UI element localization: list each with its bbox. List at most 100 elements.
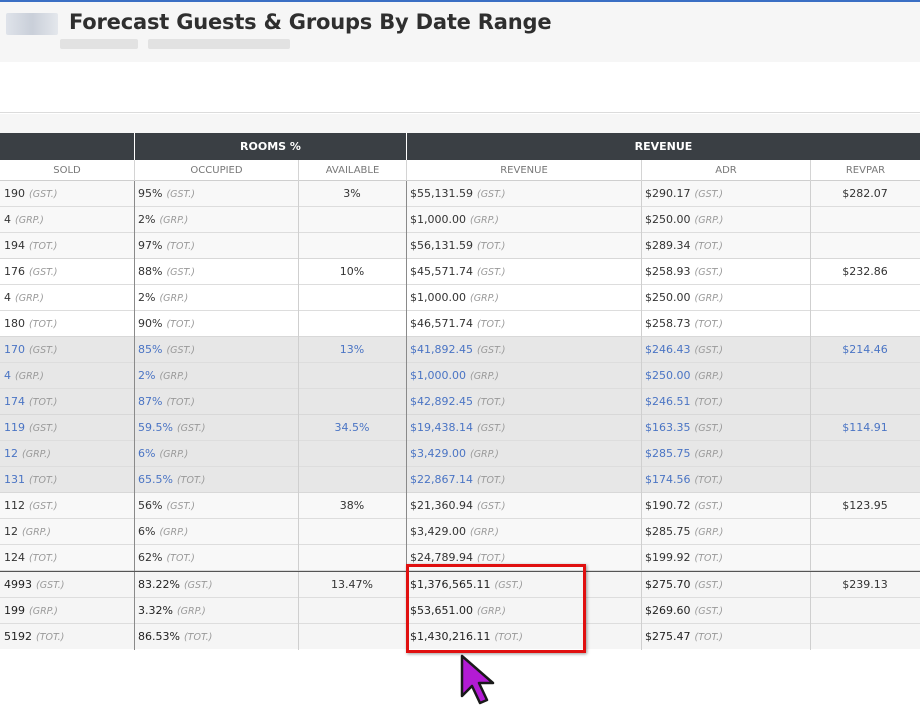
adr-tag: (GRP.)	[694, 215, 724, 226]
revenue-value: $1,000.00	[410, 291, 466, 304]
sold-tag: (TOT.)	[29, 397, 58, 408]
cell-adr: $246.43 (GST.)	[641, 337, 810, 363]
sold-value: 190	[4, 187, 25, 200]
cell-occupied: 83.22% (GST.)	[134, 572, 298, 598]
revenue-tag: (GST.)	[476, 267, 506, 278]
cell-occupied: 6% (GRP.)	[134, 441, 298, 467]
col-occupied[interactable]: OCCUPIED	[134, 160, 298, 181]
adr-tag: (GST.)	[694, 189, 724, 200]
revenue-tag: (TOT.)	[476, 475, 506, 486]
revenue-value: $45,571.74	[410, 265, 473, 278]
cell-revenue: $45,571.74 (GST.)	[406, 259, 641, 285]
blurred-subtitle	[60, 39, 138, 49]
table-row[interactable]: 12 (GRP.) 6% (GRP.) $3,429.00 (GRP.) $285.75 (G…	[0, 519, 920, 545]
cell-revenue: $3,429.00 (GRP.)	[406, 519, 641, 545]
table-row[interactable]: 194 (TOT.) 97% (TOT.) $56,131.59 (TOT.) $289.3…	[0, 233, 920, 259]
table-group-header: ROOMS % REVENUE	[0, 133, 920, 160]
cell-sold: 170 (GST.)	[0, 337, 134, 363]
col-sold[interactable]: SOLD	[0, 160, 134, 181]
column-divider	[134, 572, 135, 650]
cell-revenue: $1,000.00 (GRP.)	[406, 207, 641, 233]
cell-occupied: 2% (GRP.)	[134, 285, 298, 311]
header-rooms-pct[interactable]: ROOMS %	[134, 133, 406, 160]
adr-tag: (TOT.)	[694, 319, 723, 330]
table-row[interactable]: 170 (GST.) 85% (GST.) $41,892.45 (GST.) $246.4…	[0, 337, 920, 363]
sold-value: 12	[4, 525, 18, 538]
cell-sold: 194 (TOT.)	[0, 233, 134, 259]
cell-sold: 4993 (GST.)	[0, 572, 134, 598]
column-divider	[134, 337, 135, 415]
column-divider	[810, 259, 811, 337]
occupied-tag: (GST.)	[183, 580, 213, 591]
column-divider	[298, 572, 299, 650]
occupied-tag: (TOT.)	[166, 397, 195, 408]
revenue-value: $3,429.00	[410, 447, 466, 460]
sold-value: 176	[4, 265, 25, 278]
adr-tag: (GST.)	[694, 345, 724, 356]
col-adr[interactable]: ADR	[641, 160, 810, 181]
cell-adr: $285.75 (GRP.)	[641, 519, 810, 545]
occupied-value: 97%	[138, 239, 163, 252]
cell-sold: 124 (TOT.)	[0, 545, 134, 571]
revenue-value: $41,892.45	[410, 343, 473, 356]
revenue-tag: (TOT.)	[476, 553, 506, 564]
revenue-tag: (GRP.)	[469, 371, 499, 382]
occupied-value: 88%	[138, 265, 163, 278]
header-revenue[interactable]: REVENUE	[406, 133, 920, 160]
cell-adr: $174.56 (TOT.)	[641, 467, 810, 493]
adr-tag: (GST.)	[694, 423, 724, 434]
occupied-value: 65.5%	[138, 473, 173, 486]
column-divider	[406, 259, 407, 337]
revenue-tag: (TOT.)	[476, 241, 506, 252]
adr-value: $275.70	[645, 578, 691, 591]
adr-value: $250.00	[645, 291, 691, 304]
sold-tag: (TOT.)	[36, 632, 65, 643]
column-divider	[406, 493, 407, 571]
table-row[interactable]: 131 (TOT.) 65.5% (TOT.) $22,867.14 (TOT.) $174…	[0, 467, 920, 493]
table-row[interactable]: 119 (GST.) 59.5% (GST.) $19,438.14 (GST.) $163…	[0, 415, 920, 441]
cell-adr: $163.35 (GST.)	[641, 415, 810, 441]
cell-adr: $258.73 (TOT.)	[641, 311, 810, 337]
table-row[interactable]: 190 (GST.) 95% (GST.) $55,131.59 (GST.) $290.1…	[0, 181, 920, 207]
revenue-tag: (TOT.)	[476, 319, 506, 330]
cell-sold: 112 (GST.)	[0, 493, 134, 519]
table-row[interactable]: 4 (GRP.) 2% (GRP.) $1,000.00 (GRP.) $250.00 (GR…	[0, 207, 920, 233]
table-row[interactable]: 176 (GST.) 88% (GST.) $45,571.74 (GST.) $258.9…	[0, 259, 920, 285]
cell-adr: $258.93 (GST.)	[641, 259, 810, 285]
table-row[interactable]: 180 (TOT.) 90% (TOT.) $46,571.74 (TOT.) $258.7…	[0, 311, 920, 337]
table-row-group: 119 (GST.) 59.5% (GST.) $19,438.14 (GST.) $163…	[0, 415, 920, 493]
revenue-tag: (GST.)	[476, 501, 506, 512]
col-revenue[interactable]: REVENUE	[406, 160, 641, 181]
col-available[interactable]: AVAILABLE	[298, 160, 406, 181]
table-row[interactable]: 174 (TOT.) 87% (TOT.) $42,892.45 (TOT.) $246.5…	[0, 389, 920, 415]
cell-sold: 131 (TOT.)	[0, 467, 134, 493]
cell-sold: 12 (GRP.)	[0, 519, 134, 545]
cell-adr: $269.60 (GST.)	[641, 598, 810, 624]
sold-value: 180	[4, 317, 25, 330]
adr-value: $174.56	[645, 473, 691, 486]
adr-value: $275.47	[645, 630, 691, 643]
cell-sold: 176 (GST.)	[0, 259, 134, 285]
sold-tag: (GRP.)	[15, 215, 44, 226]
column-divider	[298, 181, 299, 259]
cell-occupied: 95% (GST.)	[134, 181, 298, 207]
occupied-value: 2%	[138, 213, 156, 226]
cell-available: 13%	[339, 343, 365, 356]
table-row[interactable]: 12 (GRP.) 6% (GRP.) $3,429.00 (GRP.) $285.75 (G…	[0, 441, 920, 467]
sold-tag: (GRP.)	[22, 449, 51, 460]
table-row[interactable]: 4 (GRP.) 2% (GRP.) $1,000.00 (GRP.) $250.00 (GR…	[0, 363, 920, 389]
cell-sold: 180 (TOT.)	[0, 311, 134, 337]
table-row[interactable]: 4 (GRP.) 2% (GRP.) $1,000.00 (GRP.) $250.00 (GR…	[0, 285, 920, 311]
occupied-tag: (GST.)	[166, 501, 195, 512]
cell-occupied: 2% (GRP.)	[134, 207, 298, 233]
revenue-tag: (GRP.)	[469, 449, 499, 460]
pointer-arrow-icon	[458, 654, 500, 708]
sold-value: 124	[4, 551, 25, 564]
revenue-value: $42,892.45	[410, 395, 473, 408]
cell-adr: $290.17 (GST.)	[641, 181, 810, 207]
table-row[interactable]: 112 (GST.) 56% (GST.) $21,360.94 (GST.) $190.7…	[0, 493, 920, 519]
col-revpar[interactable]: REVPAR	[810, 160, 920, 181]
adr-tag: (GST.)	[694, 501, 724, 512]
adr-tag: (GST.)	[694, 267, 724, 278]
blurred-subtitle	[148, 39, 290, 49]
